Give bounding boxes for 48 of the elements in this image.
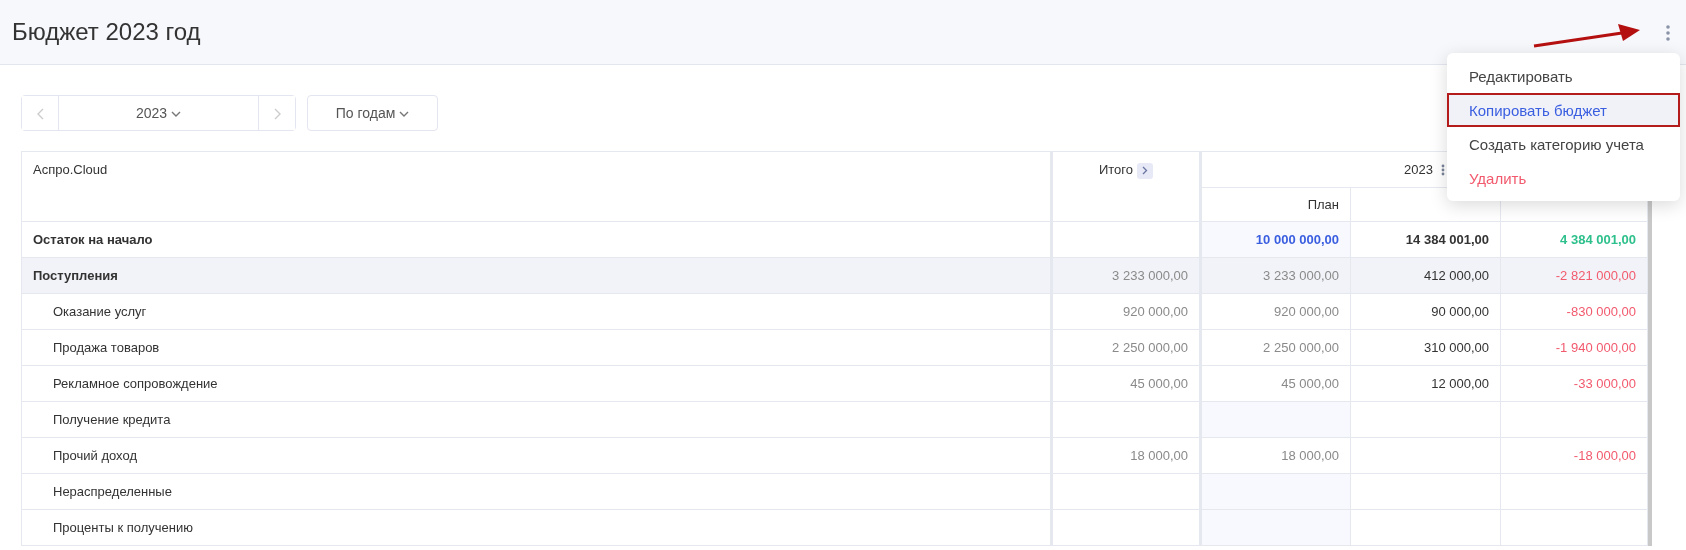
column-header: План bbox=[1307, 196, 1339, 212]
amount: 18 000,00 bbox=[1281, 447, 1339, 463]
amount: 3 233 000,00 bbox=[1263, 267, 1339, 283]
chevron-right-icon bbox=[273, 107, 281, 120]
more-icon[interactable] bbox=[1440, 164, 1445, 177]
amount: 14 384 001,00 bbox=[1405, 231, 1489, 247]
row-label: Продажа товаров bbox=[21, 329, 1052, 366]
menu-item[interactable]: Редактировать bbox=[1447, 59, 1680, 93]
amount: 2 250 000,00 bbox=[1112, 339, 1188, 355]
row-label: Проценты к получению bbox=[21, 509, 1052, 546]
amount: 45 000,00 bbox=[1281, 375, 1339, 391]
amount: 4 384 001,00 bbox=[1560, 231, 1636, 247]
amount: 18 000,00 bbox=[1130, 447, 1188, 463]
chevron-left-icon bbox=[36, 107, 44, 120]
amount: 10 000 000,00 bbox=[1255, 231, 1339, 247]
menu-item[interactable]: Копировать бюджет bbox=[1447, 93, 1680, 127]
expand-button[interactable] bbox=[1137, 162, 1154, 179]
column-header: Итого bbox=[1098, 162, 1134, 177]
amount: -830 000,00 bbox=[1566, 303, 1636, 319]
amount: -2 821 000,00 bbox=[1555, 267, 1636, 283]
amount: -33 000,00 bbox=[1573, 375, 1636, 391]
row-label: Рекламное сопровождение bbox=[21, 365, 1052, 402]
column-header: 2023 bbox=[1404, 161, 1433, 177]
corner-label: Аспро.Cloud bbox=[21, 151, 1052, 222]
amount: -18 000,00 bbox=[1573, 447, 1636, 463]
menu-item[interactable]: Создать категорию учета bbox=[1447, 127, 1680, 161]
amount: 12 000,00 bbox=[1431, 375, 1489, 391]
chevron-down-icon bbox=[171, 110, 181, 117]
row-label: Нераспределенные bbox=[21, 473, 1052, 510]
row-label: Оказание услуг bbox=[21, 293, 1052, 330]
page-title: Бюджет 2023 год bbox=[12, 17, 201, 47]
chevron-right-icon bbox=[1142, 166, 1149, 176]
chevron-down-icon bbox=[399, 110, 410, 117]
amount: 45 000,00 bbox=[1130, 375, 1188, 391]
amount: 920 000,00 bbox=[1273, 303, 1339, 319]
row-label: Прочий доход bbox=[21, 437, 1052, 474]
period-dropdown[interactable]: По годам bbox=[307, 95, 438, 131]
amount: 920 000,00 bbox=[1122, 303, 1188, 319]
amount: 412 000,00 bbox=[1423, 267, 1489, 283]
amount: -1 940 000,00 bbox=[1555, 339, 1636, 355]
amount: 2 250 000,00 bbox=[1263, 339, 1339, 355]
more-icon bbox=[1666, 24, 1670, 41]
amount: 90 000,00 bbox=[1431, 303, 1489, 319]
year-dropdown[interactable]: 2023 bbox=[58, 96, 259, 130]
row-label: Поступления bbox=[21, 257, 1052, 294]
amount: 3 233 000,00 bbox=[1112, 267, 1188, 283]
amount: 310 000,00 bbox=[1423, 339, 1489, 355]
row-label: Получение кредита bbox=[21, 401, 1052, 438]
